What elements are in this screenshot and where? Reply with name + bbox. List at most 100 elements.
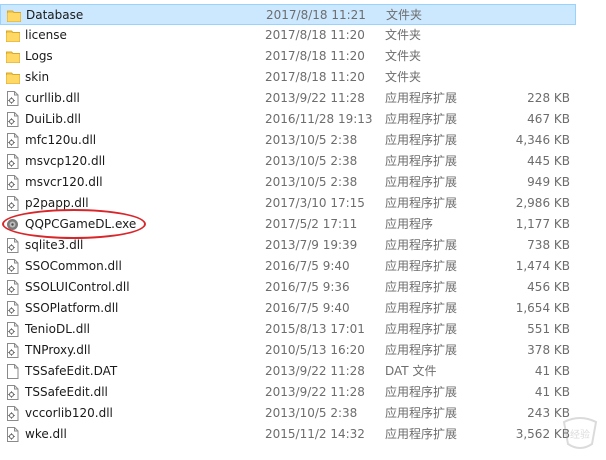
file-row[interactable]: skin 2017/8/18 11:20 文件夹 [0, 67, 606, 88]
file-row[interactable]: TSSafeEdit.dll 2013/9/22 11:28 应用程序扩展 41 KB [0, 382, 606, 403]
file-modified-date: 2016/7/5 9:40 [265, 259, 350, 273]
file-size: 1,474 KB [515, 259, 570, 273]
file-row[interactable]: SSOLUIControl.dll 2016/7/5 9:36 应用程序扩展 456 … [0, 277, 606, 298]
dll-file-icon [6, 175, 20, 190]
dll-file-icon [6, 196, 20, 211]
dll-file-icon [6, 406, 20, 421]
file-row[interactable]: DuiLib.dll 2016/11/28 19:13 应用程序扩展 467 KB [0, 109, 606, 130]
file-modified-date: 2010/5/13 16:20 [265, 343, 365, 357]
file-type: 应用程序扩展 [385, 91, 458, 105]
file-name: DuiLib.dll [25, 112, 81, 126]
file-type: 应用程序扩展 [385, 406, 458, 420]
dll-file-icon [6, 343, 20, 358]
file-modified-date: 2016/11/28 19:13 [265, 112, 373, 126]
file-row[interactable]: wke.dll 2015/11/2 14:32 应用程序扩展 3,562 KB [0, 424, 606, 445]
file-name: SSOPlatform.dll [25, 301, 119, 315]
file-row[interactable]: TSSafeEdit.DAT 2013/9/22 11:28 DAT 文件 41 KB [0, 361, 606, 382]
file-row[interactable]: Database 2017/8/18 11:21 文件夹 [0, 4, 576, 25]
dll-file-icon [6, 385, 20, 400]
file-name: Database [26, 8, 84, 22]
file-type: 应用程序扩展 [385, 259, 458, 273]
file-row[interactable]: curllib.dll 2013/9/22 11:28 应用程序扩展 228 KB [0, 88, 606, 109]
file-modified-date: 2017/8/18 11:20 [265, 70, 365, 84]
file-type: 文件夹 [385, 28, 422, 42]
file-row[interactable]: sqlite3.dll 2013/7/9 19:39 应用程序扩展 738 KB [0, 235, 606, 256]
file-modified-date: 2015/8/13 17:01 [265, 322, 365, 336]
file-name: msvcp120.dll [25, 154, 106, 168]
file-size: 445 KB [527, 154, 570, 168]
file-row[interactable]: Logs 2017/8/18 11:20 文件夹 [0, 46, 606, 67]
file-modified-date: 2013/10/5 2:38 [265, 406, 358, 420]
file-type: 应用程序扩展 [385, 427, 458, 441]
file-name: Logs [25, 49, 53, 63]
file-size: 467 KB [527, 112, 570, 126]
dll-file-icon [6, 91, 20, 106]
file-name: SSOCommon.dll [25, 259, 122, 273]
file-size: 949 KB [527, 175, 570, 189]
file-modified-date: 2013/7/9 19:39 [265, 238, 358, 252]
file-row[interactable]: p2papp.dll 2017/3/10 17:15 应用程序扩展 2,986 KB [0, 193, 606, 214]
file-row[interactable]: SSOCommon.dll 2016/7/5 9:40 应用程序扩展 1,474 KB [0, 256, 606, 277]
file-name: QQPCGameDL.exe [25, 217, 137, 231]
dat-file-icon [6, 364, 20, 379]
file-type: 文件夹 [385, 49, 422, 63]
file-modified-date: 2013/9/22 11:28 [265, 364, 365, 378]
file-size: 41 KB [534, 364, 570, 378]
file-size: 2,986 KB [515, 196, 570, 210]
dll-file-icon [6, 112, 20, 127]
file-type: 应用程序扩展 [385, 385, 458, 399]
file-type: 应用程序扩展 [385, 238, 458, 252]
file-modified-date: 2013/10/5 2:38 [265, 133, 358, 147]
file-row[interactable]: msvcr120.dll 2013/10/5 2:38 应用程序扩展 949 KB [0, 172, 606, 193]
file-name: TNProxy.dll [25, 343, 91, 357]
file-row[interactable]: QQPCGameDL.exe 2017/5/2 17:11 应用程序 1,177 KB [0, 214, 606, 235]
file-row[interactable]: msvcp120.dll 2013/10/5 2:38 应用程序扩展 445 KB [0, 151, 606, 172]
file-row[interactable]: mfc120u.dll 2013/10/5 2:38 应用程序扩展 4,346 KB [0, 130, 606, 151]
file-row[interactable]: vccorlib120.dll 2013/10/5 2:38 应用程序扩展 243 K… [0, 403, 606, 424]
file-size: 1,654 KB [515, 301, 570, 315]
file-row[interactable]: license 2017/8/18 11:20 文件夹 [0, 25, 606, 46]
file-modified-date: 2017/5/2 17:11 [265, 217, 358, 231]
file-name: sqlite3.dll [25, 238, 84, 252]
file-name: TSSafeEdit.dll [25, 385, 108, 399]
folder-icon [6, 28, 20, 43]
svg-text:经验: 经验 [570, 428, 590, 441]
file-type: 文件夹 [385, 70, 422, 84]
file-size: 41 KB [534, 385, 570, 399]
file-modified-date: 2013/10/5 2:38 [265, 175, 358, 189]
file-type: 应用程序扩展 [385, 133, 458, 147]
file-type: 应用程序 [385, 217, 434, 231]
dll-file-icon [6, 259, 20, 274]
dll-file-icon [6, 133, 20, 148]
file-name: vccorlib120.dll [25, 406, 113, 420]
file-name: msvcr120.dll [25, 175, 103, 189]
file-size: 378 KB [527, 343, 570, 357]
dll-file-icon [6, 280, 20, 295]
file-name: wke.dll [25, 427, 67, 441]
file-size: 551 KB [527, 322, 570, 336]
file-modified-date: 2016/7/5 9:40 [265, 301, 350, 315]
folder-icon [6, 70, 20, 85]
file-name: skin [25, 70, 50, 84]
file-type: 文件夹 [386, 8, 423, 22]
file-type: 应用程序扩展 [385, 322, 458, 336]
file-type: 应用程序扩展 [385, 175, 458, 189]
file-modified-date: 2017/8/18 11:20 [265, 49, 365, 63]
file-size: 738 KB [527, 238, 570, 252]
dll-file-icon [6, 322, 20, 337]
file-type: 应用程序扩展 [385, 112, 458, 126]
file-modified-date: 2013/9/22 11:28 [265, 91, 365, 105]
file-modified-date: 2013/9/22 11:28 [265, 385, 365, 399]
dll-file-icon [6, 154, 20, 169]
file-name: SSOLUIControl.dll [25, 280, 130, 294]
file-modified-date: 2017/3/10 17:15 [265, 196, 365, 210]
file-type: 应用程序扩展 [385, 154, 458, 168]
file-type: 应用程序扩展 [385, 301, 458, 315]
file-type: 应用程序扩展 [385, 280, 458, 294]
file-row[interactable]: TNProxy.dll 2010/5/13 16:20 应用程序扩展 378 KB [0, 340, 606, 361]
file-list: Database 2017/8/18 11:21 文件夹 license 2017/8/… [0, 4, 606, 445]
file-name: license [25, 28, 67, 42]
file-row[interactable]: TenioDL.dll 2015/8/13 17:01 应用程序扩展 551 KB [0, 319, 606, 340]
file-modified-date: 2013/10/5 2:38 [265, 154, 358, 168]
file-row[interactable]: SSOPlatform.dll 2016/7/5 9:40 应用程序扩展 1,654 … [0, 298, 606, 319]
